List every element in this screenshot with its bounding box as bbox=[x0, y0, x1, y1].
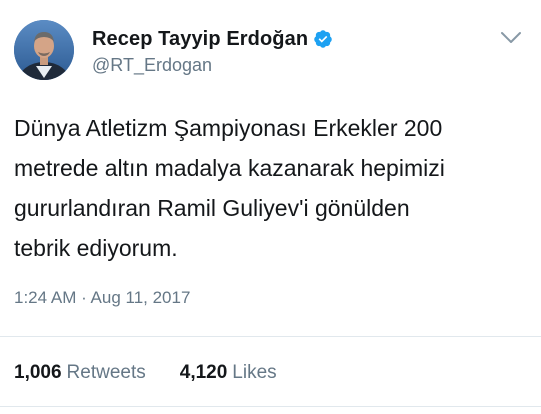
divider bbox=[0, 336, 541, 337]
divider-bottom bbox=[0, 406, 541, 407]
tweet-timestamp[interactable]: 1:24 AM · Aug 11, 2017 bbox=[14, 288, 190, 308]
chevron-down-icon[interactable] bbox=[500, 30, 522, 46]
author-display-name[interactable]: Recep Tayyip Erdoğan bbox=[92, 28, 308, 51]
tweet-text: Dünya Atletizm Şampiyonası Erkekler 200 … bbox=[14, 115, 445, 261]
likes-label: Likes bbox=[232, 362, 277, 383]
likes-stat[interactable]: 4,120 Likes bbox=[180, 362, 277, 384]
avatar-image bbox=[14, 20, 74, 80]
verified-badge-icon bbox=[313, 29, 333, 49]
likes-count: 4,120 bbox=[179, 362, 228, 383]
avatar[interactable] bbox=[14, 20, 74, 80]
author-name-row: Recep Tayyip Erdoğan bbox=[92, 26, 333, 52]
author-handle[interactable]: @RT_Erdogan bbox=[92, 55, 212, 76]
retweets-count: 1,006 bbox=[14, 362, 62, 383]
tweet-card: Recep Tayyip Erdoğan @RT_Erdogan Dünya A… bbox=[0, 0, 541, 414]
tweet-stats: 1,006 Retweets 4,120 Likes bbox=[14, 361, 277, 385]
retweets-label: Retweets bbox=[66, 362, 146, 383]
retweets-stat[interactable]: 1,006 Retweets bbox=[14, 362, 146, 384]
